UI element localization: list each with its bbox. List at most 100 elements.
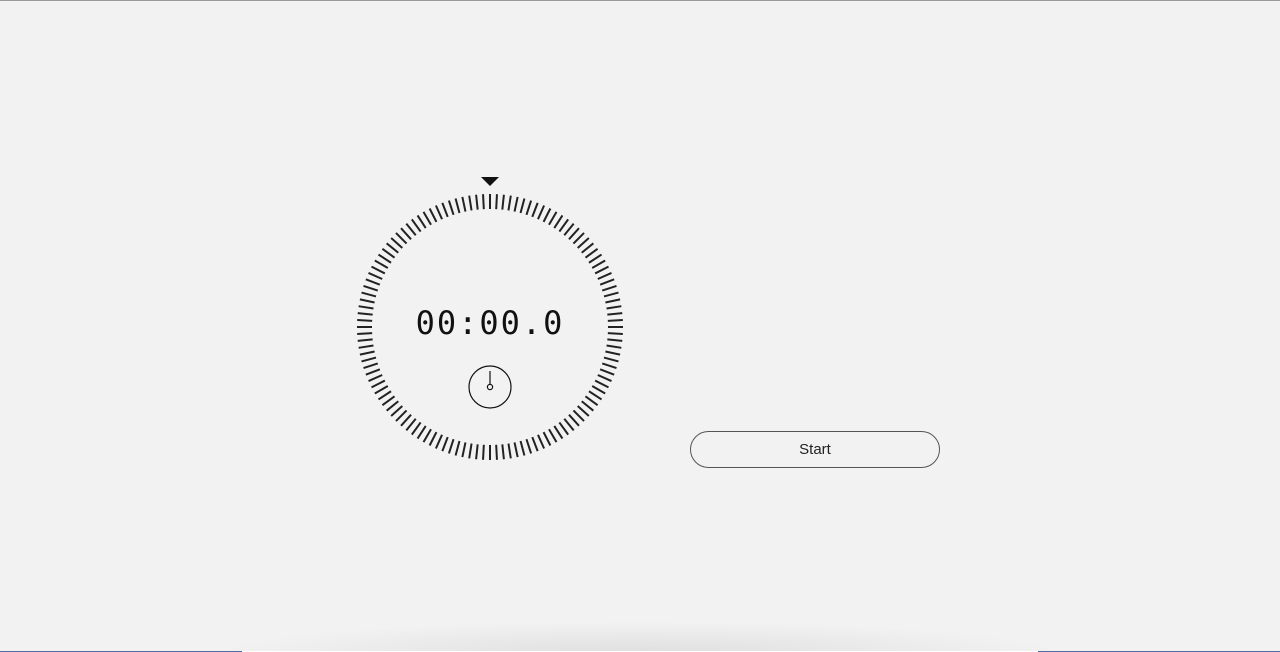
dial-tick: [395, 409, 408, 422]
dial-tick: [577, 405, 590, 417]
dial-tick: [542, 431, 552, 446]
dial-tick: [584, 248, 599, 259]
dial-tick: [365, 278, 381, 286]
dial-tick: [577, 237, 590, 249]
dial-tick: [572, 409, 585, 422]
dial-tick: [603, 356, 619, 363]
dial-tick: [395, 232, 408, 245]
dial-tick: [584, 395, 599, 406]
dial-tick: [548, 211, 558, 226]
dial-tick: [468, 195, 473, 211]
dial-tick: [597, 271, 612, 280]
dial-tick: [377, 253, 392, 264]
dial-tick: [363, 284, 379, 292]
dial-tick: [531, 436, 539, 452]
dial-tick: [553, 425, 564, 440]
dial-tick: [441, 202, 449, 218]
dial-tick: [581, 400, 594, 412]
dial-tick: [361, 291, 377, 298]
dial-tick: [548, 428, 558, 443]
dial-tick: [422, 211, 432, 226]
dial-tick: [525, 438, 533, 454]
dial-tick: [558, 421, 569, 436]
dial-tick: [447, 200, 455, 216]
dial-tick: [594, 265, 609, 275]
dial-tick: [428, 208, 438, 223]
start-button[interactable]: Start: [690, 431, 940, 468]
dial-tick: [461, 442, 467, 458]
dial-tick: [519, 440, 526, 456]
dial-tick: [434, 434, 443, 449]
dial-tick: [447, 438, 455, 454]
dial-tick: [454, 198, 461, 214]
dial-tick: [513, 442, 519, 458]
dial-tick: [411, 218, 422, 233]
dial-tick: [422, 428, 432, 443]
dial-tick: [537, 205, 546, 220]
dial-tick: [416, 425, 427, 440]
dial-tick: [368, 374, 383, 383]
dial-tick: [386, 400, 399, 412]
dial-tick: [365, 368, 381, 376]
dial-tick: [377, 390, 392, 401]
dial-tick: [359, 350, 375, 356]
dial-tick: [513, 196, 519, 212]
dial-tick: [441, 436, 449, 452]
dial-tick: [416, 214, 427, 229]
dial-tick: [454, 440, 461, 456]
dial-tick: [568, 414, 580, 427]
dial-tick: [603, 291, 619, 298]
dial-tick: [386, 242, 399, 254]
dial-tick: [482, 444, 485, 460]
dial-tick: [461, 196, 467, 212]
dial-tick: [525, 200, 533, 216]
dial-tick: [400, 414, 412, 427]
dial-tick: [468, 443, 473, 459]
dial-tick: [588, 253, 603, 264]
dial-tick: [601, 284, 617, 292]
dial-tick: [475, 444, 479, 460]
dial-tick: [381, 395, 396, 406]
dial-tick: [368, 271, 383, 280]
dial-tick: [605, 298, 621, 304]
dial-tick: [572, 232, 585, 245]
dial-tick: [359, 298, 375, 304]
dial-tick: [381, 248, 396, 259]
dial-tick: [558, 218, 569, 233]
dial-tick: [358, 344, 374, 349]
dial-tick: [599, 278, 615, 286]
dial-tick: [371, 265, 386, 275]
dial-tick: [400, 227, 412, 240]
dial-tick: [531, 202, 539, 218]
dial-tick: [390, 237, 403, 249]
stopwatch-dial-icon: [468, 365, 512, 409]
dial-tick: [405, 223, 417, 236]
dial-tick: [605, 350, 621, 356]
dial-tick: [594, 379, 609, 389]
dial-tick: [553, 214, 564, 229]
dial-tick: [568, 227, 580, 240]
dial-tick: [542, 208, 552, 223]
dial-tick: [591, 385, 606, 395]
dial-tick: [563, 223, 575, 236]
dial-tick: [507, 195, 512, 211]
dial-tick: [371, 379, 386, 389]
dial-tick: [405, 418, 417, 431]
dial-tick: [519, 198, 526, 214]
dial-tick: [434, 205, 443, 220]
dial-tick: [495, 444, 498, 460]
stopwatch-dial: 00:00.0: [354, 171, 626, 463]
dial-tick: [581, 242, 594, 254]
dial-tick: [501, 194, 505, 210]
dial-tick: [601, 362, 617, 370]
window-shadow: [210, 621, 1070, 652]
dial-tick: [597, 374, 612, 383]
dial-tick: [563, 418, 575, 431]
dial-tick: [411, 421, 422, 436]
dial-tick: [428, 431, 438, 446]
dial-tick: [507, 443, 512, 459]
stopwatch-window: 00:00.0 Start: [0, 0, 1280, 652]
dial-tick: [475, 194, 479, 210]
dial-tick: [599, 368, 615, 376]
dial-tick: [390, 405, 403, 417]
